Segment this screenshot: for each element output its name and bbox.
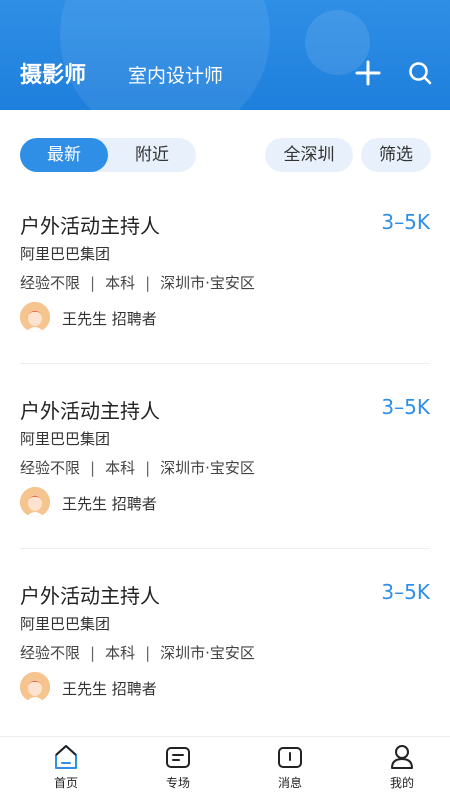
plus-icon[interactable] — [355, 60, 381, 86]
separator: | — [145, 644, 151, 662]
nav-item-home[interactable]: 首页 — [10, 737, 122, 800]
avatar-icon — [20, 487, 50, 517]
recruiter-name: 王先生 招聘者 — [62, 310, 157, 328]
job-title: 户外活动主持人 — [20, 214, 160, 238]
home-icon — [55, 745, 77, 769]
job-requirements: 经验不限 | 本科 | 深圳市·宝安区 — [20, 272, 255, 293]
filter-button[interactable]: 筛选 — [361, 138, 431, 172]
nav-label-topics: 专场 — [165, 776, 190, 790]
bottom-navigation: 首页 专场 消息 我的 — [0, 736, 450, 800]
separator: | — [90, 274, 96, 292]
separator: | — [90, 459, 96, 477]
separator: | — [145, 274, 151, 292]
experience: 经验不限 — [20, 274, 81, 292]
tab-photographer[interactable]: 摄影师 — [20, 57, 86, 89]
list-icon — [166, 747, 190, 768]
sort-latest-button[interactable]: 最新 — [20, 138, 108, 172]
nav-item-topics[interactable]: 专场 — [122, 737, 234, 800]
education: 本科 — [105, 644, 136, 662]
job-title: 户外活动主持人 — [20, 399, 160, 423]
job-salary: 3–5K — [381, 395, 430, 419]
nav-label-messages: 消息 — [277, 776, 302, 790]
tab-interior-designer[interactable]: 室内设计师 — [128, 61, 223, 88]
city-filter-button[interactable]: 全深圳 — [265, 138, 353, 172]
job-salary: 3–5K — [381, 210, 430, 234]
recruiter-name: 王先生 招聘者 — [62, 680, 157, 698]
job-requirements: 经验不限 | 本科 | 深圳市·宝安区 — [20, 457, 255, 478]
experience: 经验不限 — [20, 459, 81, 477]
company-name: 阿里巴巴集团 — [20, 430, 111, 448]
education: 本科 — [105, 459, 136, 477]
nav-item-messages[interactable]: 消息 — [234, 737, 346, 800]
user-icon — [391, 745, 413, 769]
avatar-icon — [20, 672, 50, 702]
filter-bar: 最新 附近 全深圳 筛选 — [0, 138, 450, 174]
divider — [20, 548, 430, 549]
sort-segmented-control: 最新 附近 — [20, 138, 196, 172]
avatar-icon — [20, 302, 50, 332]
job-title: 户外活动主持人 — [20, 584, 160, 608]
education: 本科 — [105, 274, 136, 292]
nav-label-home: 首页 — [53, 776, 78, 790]
avatar — [20, 487, 50, 517]
divider — [20, 363, 430, 364]
experience: 经验不限 — [20, 644, 81, 662]
message-icon — [278, 747, 302, 768]
recruiter-name: 王先生 招聘者 — [62, 495, 157, 513]
location: 深圳市·宝安区 — [160, 459, 255, 477]
location: 深圳市·宝安区 — [160, 274, 255, 292]
header-decoration — [60, 0, 270, 110]
nav-label-mine: 我的 — [389, 776, 414, 790]
nav-item-mine[interactable]: 我的 — [346, 737, 450, 800]
job-card[interactable]: 户外活动主持人 3–5K 阿里巴巴集团 经验不限 | 本科 | 深圳市·宝安区 王先生 … — [20, 580, 430, 745]
avatar — [20, 672, 50, 702]
job-card[interactable]: 户外活动主持人 3–5K 阿里巴巴集团 经验不限 | 本科 | 深圳市·宝安区 王先生 … — [20, 395, 430, 560]
avatar — [20, 302, 50, 332]
company-name: 阿里巴巴集团 — [20, 245, 111, 263]
sort-nearby-button[interactable]: 附近 — [108, 138, 196, 172]
job-card[interactable]: 户外活动主持人 3–5K 阿里巴巴集团 经验不限 | 本科 | 深圳市·宝安区 王先生 … — [20, 210, 430, 375]
location: 深圳市·宝安区 — [160, 644, 255, 662]
separator: | — [145, 459, 151, 477]
search-icon[interactable] — [407, 60, 433, 86]
job-salary: 3–5K — [381, 580, 430, 604]
company-name: 阿里巴巴集团 — [20, 615, 111, 633]
top-header: 摄影师 室内设计师 — [0, 0, 450, 110]
separator: | — [90, 644, 96, 662]
job-requirements: 经验不限 | 本科 | 深圳市·宝安区 — [20, 642, 255, 663]
